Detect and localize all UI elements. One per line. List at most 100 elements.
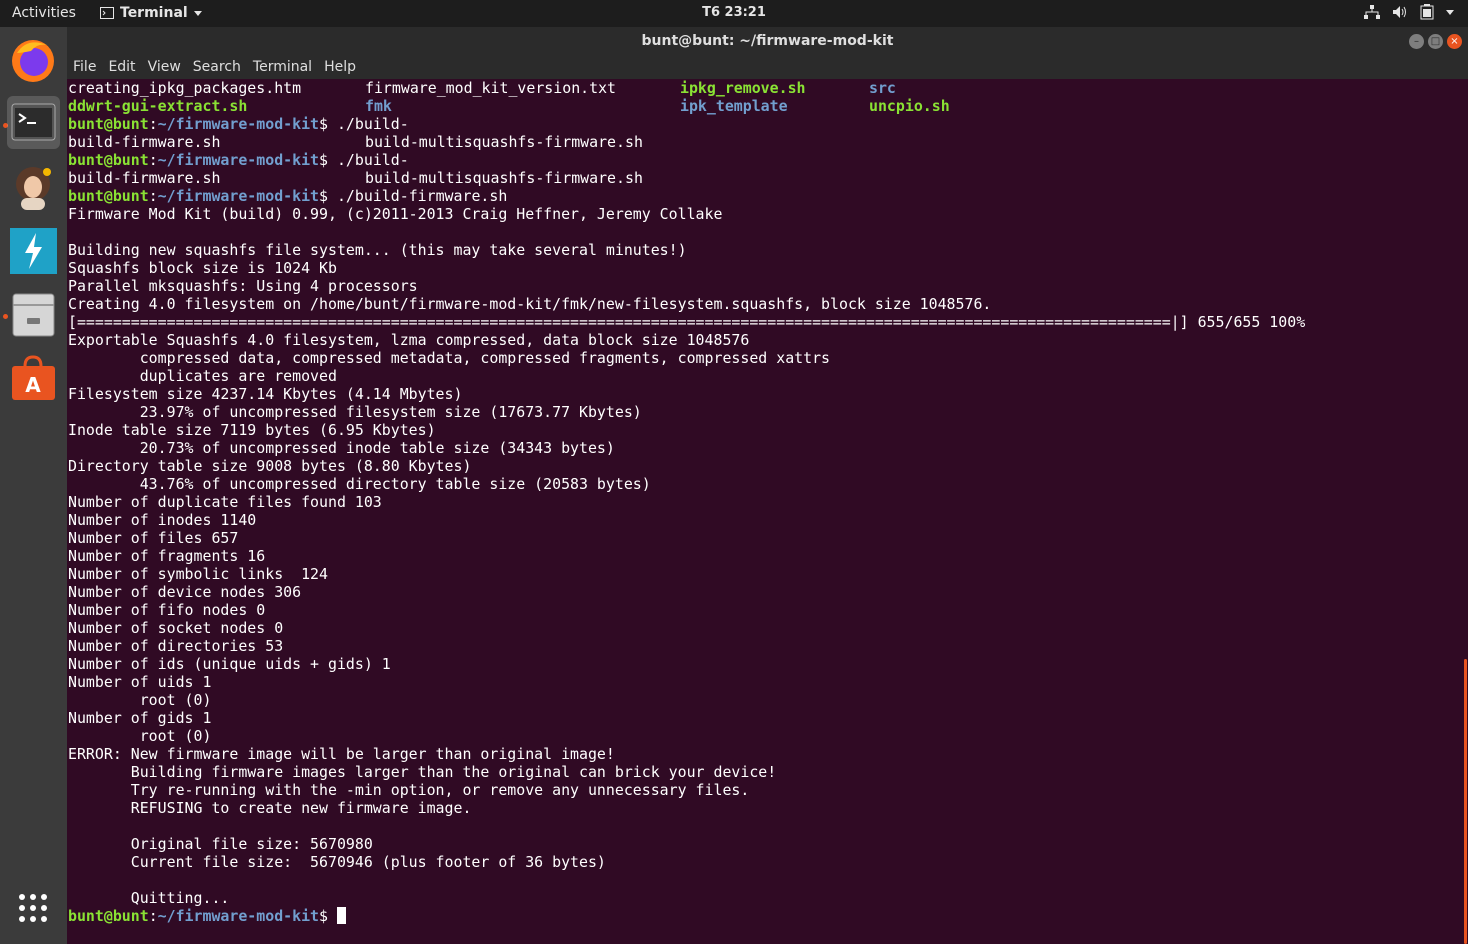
terminal-scrollbar[interactable]: [1462, 79, 1468, 944]
output-line: Squashfs block size is 1024 Kb: [68, 259, 337, 277]
error-line: REFUSING to create new firmware image.: [68, 799, 472, 817]
chevron-down-icon: [193, 10, 202, 16]
volume-icon: [1393, 6, 1406, 18]
output-line: Number of fragments 16: [68, 547, 266, 565]
ls-entry: firmware_mod_kit_version.txt: [365, 79, 617, 97]
avatar-app-icon: [16, 167, 51, 210]
menu-view[interactable]: View: [142, 57, 187, 79]
output-line: Inode table size 7119 bytes (6.95 Kbytes…: [68, 421, 436, 439]
prompt-path: ~/firmware-mod-kit: [157, 115, 320, 133]
ls-entry: fmk: [365, 97, 392, 115]
terminal-icon: [11, 103, 56, 141]
output-line: Number of device nodes 306: [68, 583, 302, 601]
menu-terminal[interactable]: Terminal: [247, 57, 318, 79]
text-cursor: [336, 907, 346, 924]
menu-edit[interactable]: Edit: [102, 57, 141, 79]
output-line: Parallel mksquashfs: Using 4 processors: [68, 277, 418, 295]
output-line: compressed data, compressed metadata, co…: [68, 349, 831, 367]
clock[interactable]: T6 23:21: [0, 5, 1468, 20]
top-bar: Activities Terminal T6 23:21: [0, 0, 1468, 27]
prompt-symbol: $: [319, 115, 337, 133]
terminal-view[interactable]: creating_ipkg_packages.htm firmware_mod_k…: [67, 79, 1462, 944]
show-applications-button[interactable]: [7, 885, 60, 938]
menu-file[interactable]: File: [67, 57, 102, 79]
ls-entry: uncpio.sh: [869, 97, 950, 115]
command-text: ./build-: [336, 151, 409, 169]
scrollbar-thumb[interactable]: [1464, 659, 1467, 944]
command-text: ./build-: [336, 115, 409, 133]
lightning-app-icon: [10, 228, 57, 274]
completion-row: build-firmware.sh build-multisquashfs-fir…: [68, 133, 643, 151]
dock-item-files[interactable]: [7, 288, 60, 341]
prompt-symbol: $: [319, 907, 337, 925]
output-line: Number of symbolic links 124: [68, 565, 328, 583]
completion-row: build-firmware.sh build-multisquashfs-fir…: [68, 169, 643, 187]
terminal-small-icon: [100, 7, 114, 19]
svg-text:A: A: [25, 373, 41, 397]
window-titlebar[interactable]: bunt@bunt: ~/firmware-mod-kit – □ ×: [67, 27, 1468, 57]
dock-item-lightning-app[interactable]: [7, 224, 60, 277]
prompt-symbol: $: [319, 187, 337, 205]
app-menu-label: Terminal: [120, 5, 188, 21]
completion-entry: build-multisquashfs-firmware.sh: [365, 133, 643, 151]
progress-line: [=======================================…: [68, 313, 1306, 331]
minimize-button[interactable]: –: [1409, 34, 1424, 49]
network-icon: [1364, 5, 1380, 19]
output-line: Creating 4.0 filesystem on /home/bunt/fi…: [68, 295, 992, 313]
system-menu-chevron-icon: [1446, 9, 1454, 15]
prompt-user: bunt@bunt: [68, 907, 149, 925]
close-button[interactable]: ×: [1447, 34, 1462, 49]
completion-entry: build-multisquashfs-firmware.sh: [365, 169, 643, 187]
prompt-user: bunt@bunt: [68, 151, 149, 169]
prompt-line: bunt@bunt:~/firmware-mod-kit$ ./build-: [68, 115, 409, 133]
output-line: Number of gids 1: [68, 709, 212, 727]
output-line: Number of fifo nodes 0: [68, 601, 266, 619]
dock-item-terminal[interactable]: [7, 96, 60, 149]
output-line: Quitting...: [68, 889, 230, 907]
maximize-button[interactable]: □: [1428, 34, 1443, 49]
completion-entry: build-firmware.sh: [68, 169, 221, 187]
ls-row-2: ddwrt-gui-extract.sh fmk ipk_template uncpi…: [68, 97, 950, 115]
output-line: root (0): [68, 727, 212, 745]
prompt-symbol: $: [319, 151, 337, 169]
output-line: 23.97% of uncompressed filesystem size (…: [68, 403, 642, 421]
output-line: Exportable Squashfs 4.0 filesystem, lzma…: [68, 331, 750, 349]
output-line: 43.76% of uncompressed directory table s…: [68, 475, 651, 493]
prompt-line: bunt@bunt:~/firmware-mod-kit$: [68, 907, 346, 925]
system-tray[interactable]: [1364, 4, 1454, 20]
output-line: Number of directories 53: [68, 637, 284, 655]
prompt-path: ~/firmware-mod-kit: [157, 187, 320, 205]
output-line: Current file size: 5670946 (plus footer …: [68, 853, 606, 871]
menu-search[interactable]: Search: [187, 57, 247, 79]
completion-entry: build-firmware.sh: [68, 133, 221, 151]
dock-item-software[interactable]: A: [7, 352, 60, 405]
ls-entry: ipk_template: [680, 97, 788, 115]
ls-entry: creating_ipkg_packages.htm: [68, 79, 302, 97]
menu-help[interactable]: Help: [318, 57, 362, 79]
terminal-output: creating_ipkg_packages.htm firmware_mod_k…: [68, 79, 1305, 925]
file-manager-icon: [12, 293, 55, 337]
activities-button[interactable]: Activities: [12, 5, 76, 21]
error-line: Building firmware images larger than the…: [68, 763, 777, 781]
output-line: Directory table size 9008 bytes (8.80 Kb…: [68, 457, 472, 475]
prompt-user: bunt@bunt: [68, 187, 149, 205]
output-line: Filesystem size 4237.14 Kbytes (4.14 Mby…: [68, 385, 463, 403]
ls-entry: src: [869, 79, 896, 97]
output-line: Number of uids 1: [68, 673, 212, 691]
menu-bar: File Edit View Search Terminal Help: [67, 57, 1468, 79]
output-line: Number of duplicate files found 103: [68, 493, 382, 511]
software-center-icon: A: [12, 355, 55, 400]
prompt-path: ~/firmware-mod-kit: [157, 151, 320, 169]
ls-row-1: creating_ipkg_packages.htm firmware_mod_k…: [68, 79, 896, 97]
dock-item-avatar-app[interactable]: [7, 160, 60, 213]
battery-icon: [1420, 4, 1434, 20]
dock-item-firefox[interactable]: [7, 33, 60, 86]
prompt-path: ~/firmware-mod-kit: [157, 907, 320, 925]
output-line: Number of files 657: [68, 529, 239, 547]
output-line: duplicates are removed: [68, 367, 337, 385]
app-menu-button[interactable]: Terminal: [100, 5, 202, 21]
ls-entry: ipkg_remove.sh: [680, 79, 806, 97]
output-line: root (0): [68, 691, 212, 709]
prompt-user: bunt@bunt: [68, 115, 149, 133]
output-line: Firmware Mod Kit (build) 0.99, (c)2011-2…: [68, 205, 723, 223]
